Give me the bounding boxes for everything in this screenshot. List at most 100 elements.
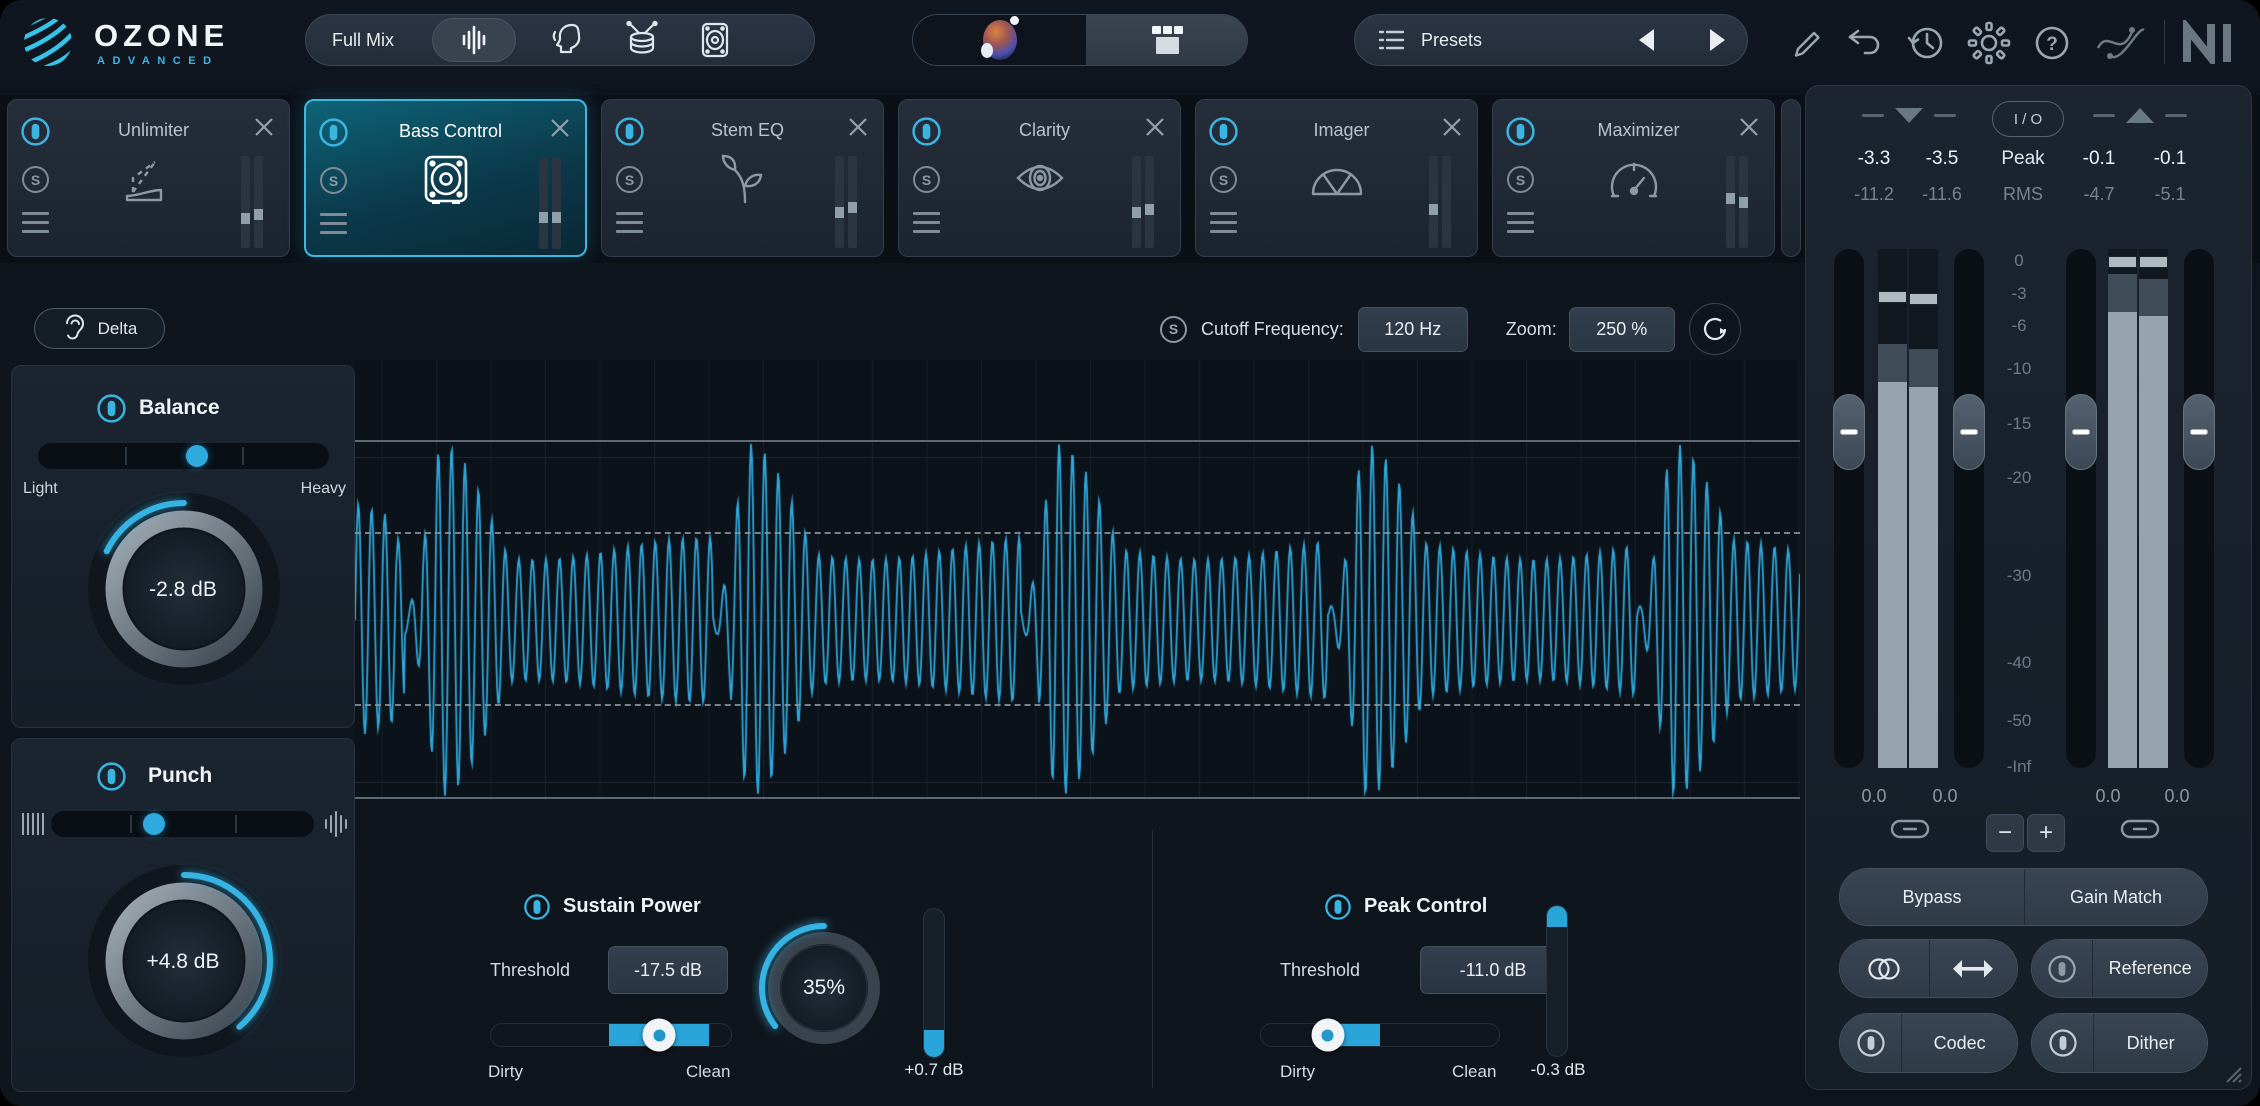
peak-slider[interactable] — [1260, 1023, 1500, 1047]
channel-swap-button[interactable] — [1929, 940, 2017, 997]
module-power-toggle[interactable] — [1505, 116, 1536, 152]
module-menu-icon[interactable] — [1507, 212, 1534, 239]
module-menu-icon[interactable] — [22, 212, 49, 239]
peak-slider-handle[interactable] — [1311, 1019, 1344, 1052]
module-solo-button[interactable]: S — [913, 166, 940, 193]
codec-button[interactable]: Codec — [1901, 1014, 2017, 1072]
codec-power-toggle[interactable] — [1840, 1014, 1901, 1072]
dither-button[interactable]: Dither — [2093, 1014, 2207, 1072]
power-icon — [96, 761, 127, 792]
gain-decrement-button[interactable]: − — [1986, 814, 2024, 852]
module-solo-button[interactable]: S — [1507, 166, 1534, 193]
output-link-button[interactable] — [2119, 816, 2161, 847]
sustain-gain-readout: +0.7 dB — [884, 1060, 984, 1080]
dither-power-toggle[interactable] — [2032, 1014, 2093, 1072]
module-tab-stem-eq[interactable]: Stem EQS — [601, 99, 884, 257]
module-power-toggle[interactable] — [20, 116, 51, 152]
input-gain-right[interactable]: 0.0 — [1932, 786, 1957, 807]
peak-title: Peak Control — [1364, 895, 1487, 918]
link-icon — [1889, 816, 1931, 842]
module-solo-button[interactable]: S — [22, 166, 49, 193]
threshold-line-lower[interactable] — [355, 704, 1800, 706]
close-icon[interactable] — [1144, 116, 1166, 138]
module-meter-right — [848, 156, 857, 248]
pencil-icon[interactable] — [1790, 23, 1826, 63]
module-menu-icon[interactable] — [913, 212, 940, 239]
threshold-line-upper[interactable] — [355, 532, 1800, 534]
input-fader-left-thumb[interactable] — [1833, 394, 1865, 470]
imager-icon — [1309, 152, 1365, 208]
view-toggle-modules[interactable] — [1086, 15, 1247, 65]
mix-option-full-mix[interactable] — [432, 18, 516, 62]
punch-slider[interactable] — [51, 811, 314, 837]
module-menu-icon[interactable] — [616, 212, 643, 239]
sustain-power-toggle[interactable] — [523, 893, 551, 926]
module-menu-icon[interactable] — [1210, 212, 1237, 239]
module-tab-unlimiter[interactable]: UnlimiterS — [7, 99, 290, 257]
loop-playback-button[interactable] — [1689, 303, 1741, 355]
module-tab-maximizer[interactable]: MaximizerS — [1492, 99, 1775, 257]
stereo-mode-button[interactable] — [1840, 940, 1929, 997]
waveform-display[interactable] — [355, 360, 1800, 800]
module-tab-imager[interactable]: ImagerS — [1195, 99, 1478, 257]
preset-prev-button[interactable] — [1639, 29, 1654, 51]
preset-next-button[interactable] — [1710, 29, 1725, 51]
module-solo-button[interactable]: S — [1210, 166, 1237, 193]
cutoff-solo-icon[interactable]: S — [1160, 316, 1187, 343]
output-gain-left[interactable]: 0.0 — [2095, 786, 2120, 807]
input-link-button[interactable] — [1889, 816, 1931, 847]
close-icon[interactable] — [1441, 116, 1463, 138]
undo-icon[interactable] — [1844, 23, 1886, 63]
module-meter-left — [241, 156, 250, 248]
reference-power-toggle[interactable] — [2032, 940, 2092, 997]
meter-scale-label: -50 — [2007, 711, 2032, 731]
zoom-value[interactable]: 250 % — [1569, 307, 1675, 352]
module-power-toggle[interactable] — [911, 116, 942, 152]
balance-slider[interactable] — [38, 443, 329, 469]
gain-match-button[interactable]: Gain Match — [2024, 869, 2207, 925]
power-icon — [318, 117, 349, 148]
module-tab-clarity[interactable]: ClarityS — [898, 99, 1181, 257]
output-fader-right-thumb[interactable] — [2183, 394, 2215, 470]
resize-grip[interactable] — [2221, 1065, 2243, 1083]
module-tab-partial — [1781, 99, 1801, 257]
presets-button[interactable]: Presets — [1421, 30, 1482, 51]
output-fader-left-thumb[interactable] — [2065, 394, 2097, 470]
close-icon[interactable] — [1738, 116, 1760, 138]
bypass-button[interactable]: Bypass — [1840, 869, 2024, 925]
output-gain-right[interactable]: 0.0 — [2164, 786, 2189, 807]
mix-option-vocal[interactable] — [550, 20, 588, 60]
balance-power-toggle[interactable] — [96, 393, 127, 429]
punch-power-toggle[interactable] — [96, 761, 127, 797]
module-solo-button[interactable]: S — [320, 167, 347, 194]
punch-slider-handle[interactable] — [143, 813, 165, 835]
module-power-toggle[interactable] — [318, 117, 349, 153]
module-menu-icon[interactable] — [320, 213, 347, 240]
peak-power-toggle[interactable] — [1324, 893, 1352, 926]
peak-threshold-value[interactable]: -11.0 dB — [1420, 946, 1566, 994]
input-fader-right-thumb[interactable] — [1953, 394, 1985, 470]
help-icon[interactable]: ? — [2030, 21, 2074, 65]
sustain-threshold-value[interactable]: -17.5 dB — [608, 946, 728, 994]
sustain-slider[interactable] — [490, 1023, 732, 1047]
module-tab-bass-control[interactable]: Bass ControlS — [304, 99, 587, 257]
close-icon[interactable] — [253, 116, 275, 138]
module-power-toggle[interactable] — [1208, 116, 1239, 152]
slider-tick — [130, 815, 132, 833]
mix-option-drums[interactable] — [622, 20, 662, 60]
input-gain-left[interactable]: 0.0 — [1861, 786, 1886, 807]
history-icon[interactable] — [1904, 21, 1948, 65]
gain-increment-button[interactable]: + — [2027, 814, 2065, 852]
view-toggle-sphere[interactable] — [913, 15, 1086, 65]
balance-slider-handle[interactable] — [186, 445, 208, 467]
module-solo-button[interactable]: S — [616, 166, 643, 193]
cutoff-frequency-value[interactable]: 120 Hz — [1358, 307, 1468, 352]
close-icon[interactable] — [847, 116, 869, 138]
module-power-toggle[interactable] — [614, 116, 645, 152]
mix-option-bass[interactable] — [696, 20, 734, 60]
gear-icon[interactable] — [1966, 20, 2012, 66]
reference-button[interactable]: Reference — [2092, 940, 2207, 997]
sustain-slider-handle[interactable] — [643, 1019, 676, 1052]
close-icon[interactable] — [549, 117, 571, 139]
delta-button[interactable]: Delta — [34, 308, 165, 349]
